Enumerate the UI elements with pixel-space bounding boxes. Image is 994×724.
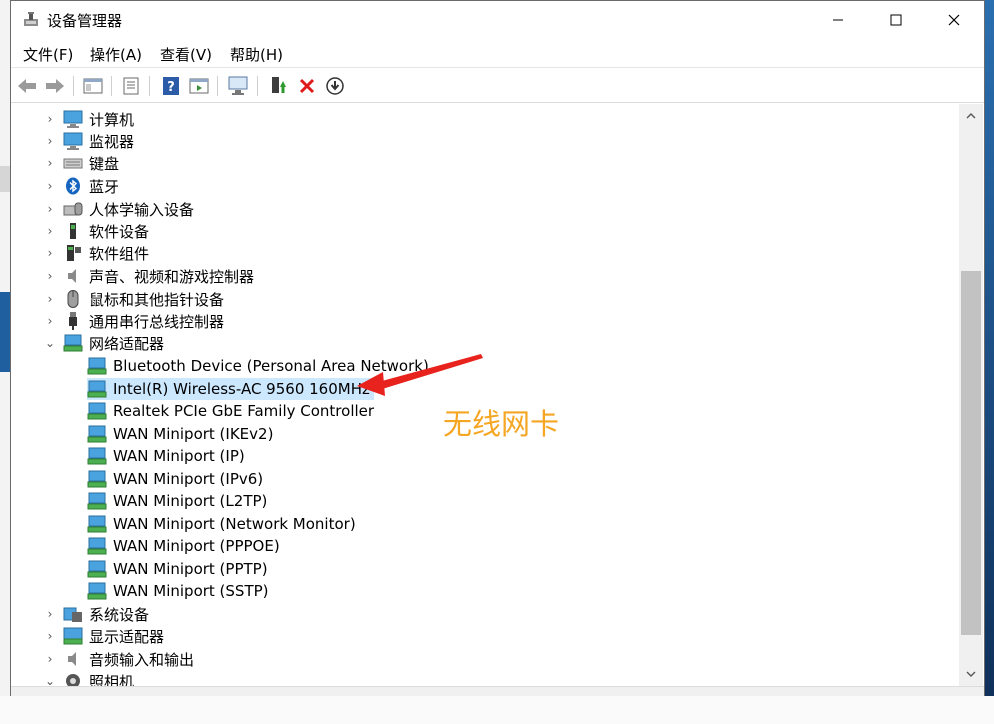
close-icon	[948, 14, 960, 26]
scrollbar-thumb[interactable]	[961, 271, 981, 635]
scan-hardware-icon	[228, 76, 248, 95]
disable-device-button[interactable]	[323, 74, 347, 98]
device-manager-icon	[24, 12, 38, 26]
svg-text:?: ?	[167, 80, 175, 95]
maximize-button[interactable]	[867, 1, 925, 39]
forward-button[interactable]	[43, 74, 67, 98]
help-icon: ?	[163, 77, 179, 95]
menu-view[interactable]: 查看(V)	[160, 44, 212, 65]
desktop-background	[984, 0, 994, 724]
action-pane-icon	[189, 78, 209, 94]
console-tree-icon	[83, 78, 103, 94]
vertical-scrollbar[interactable]	[959, 104, 983, 686]
scroll-down-button[interactable]	[959, 662, 983, 686]
scroll-up-button[interactable]	[959, 104, 983, 128]
close-button[interactable]	[925, 1, 983, 39]
properties-icon	[123, 77, 139, 95]
forward-arrow-icon	[46, 79, 64, 93]
chevron-up-icon	[966, 113, 976, 119]
back-arrow-icon	[18, 79, 36, 93]
title-bar: 设备管理器	[11, 1, 984, 39]
maximize-icon	[890, 14, 902, 26]
update-driver-icon	[272, 77, 286, 93]
back-button[interactable]	[15, 74, 39, 98]
menu-help[interactable]: 帮助(H)	[230, 44, 283, 65]
minimize-button[interactable]	[809, 1, 867, 39]
scan-hardware-button[interactable]	[227, 74, 251, 98]
annotation-arrow-shaft	[371, 354, 483, 390]
window-title: 设备管理器	[47, 12, 123, 30]
device-manager-window: 设备管理器 文件(F) 操作(A) 查看(V) 帮助(H) ? › 计算机 › …	[10, 0, 985, 696]
help-button[interactable]: ?	[159, 74, 183, 98]
download-circle-icon	[326, 77, 344, 95]
menu-file[interactable]: 文件(F)	[23, 44, 73, 65]
annotation-text-wireless-card: 无线网卡	[443, 407, 560, 441]
show-hide-console-tree-button[interactable]	[81, 74, 105, 98]
uninstall-device-button[interactable]	[295, 74, 319, 98]
update-driver-button[interactable]	[267, 74, 291, 98]
annotation-arrowhead	[357, 372, 385, 396]
chevron-down-icon	[966, 671, 976, 677]
device-tree: › 计算机 › 监视器 › 键盘 › 蓝牙 › 人体学输入设备 › 软件设备 ›…	[11, 104, 959, 686]
status-bar	[11, 686, 984, 696]
toolbar: ?	[11, 67, 984, 103]
background-document	[0, 696, 994, 724]
properties-button[interactable]	[119, 74, 143, 98]
menu-action[interactable]: 操作(A)	[90, 44, 142, 65]
red-arrow-annotation	[357, 354, 483, 396]
menu-bar: 文件(F) 操作(A) 查看(V) 帮助(H)	[11, 39, 984, 67]
uninstall-x-icon	[299, 78, 315, 94]
minimize-icon	[833, 19, 843, 21]
action-pane-button[interactable]	[187, 74, 211, 98]
